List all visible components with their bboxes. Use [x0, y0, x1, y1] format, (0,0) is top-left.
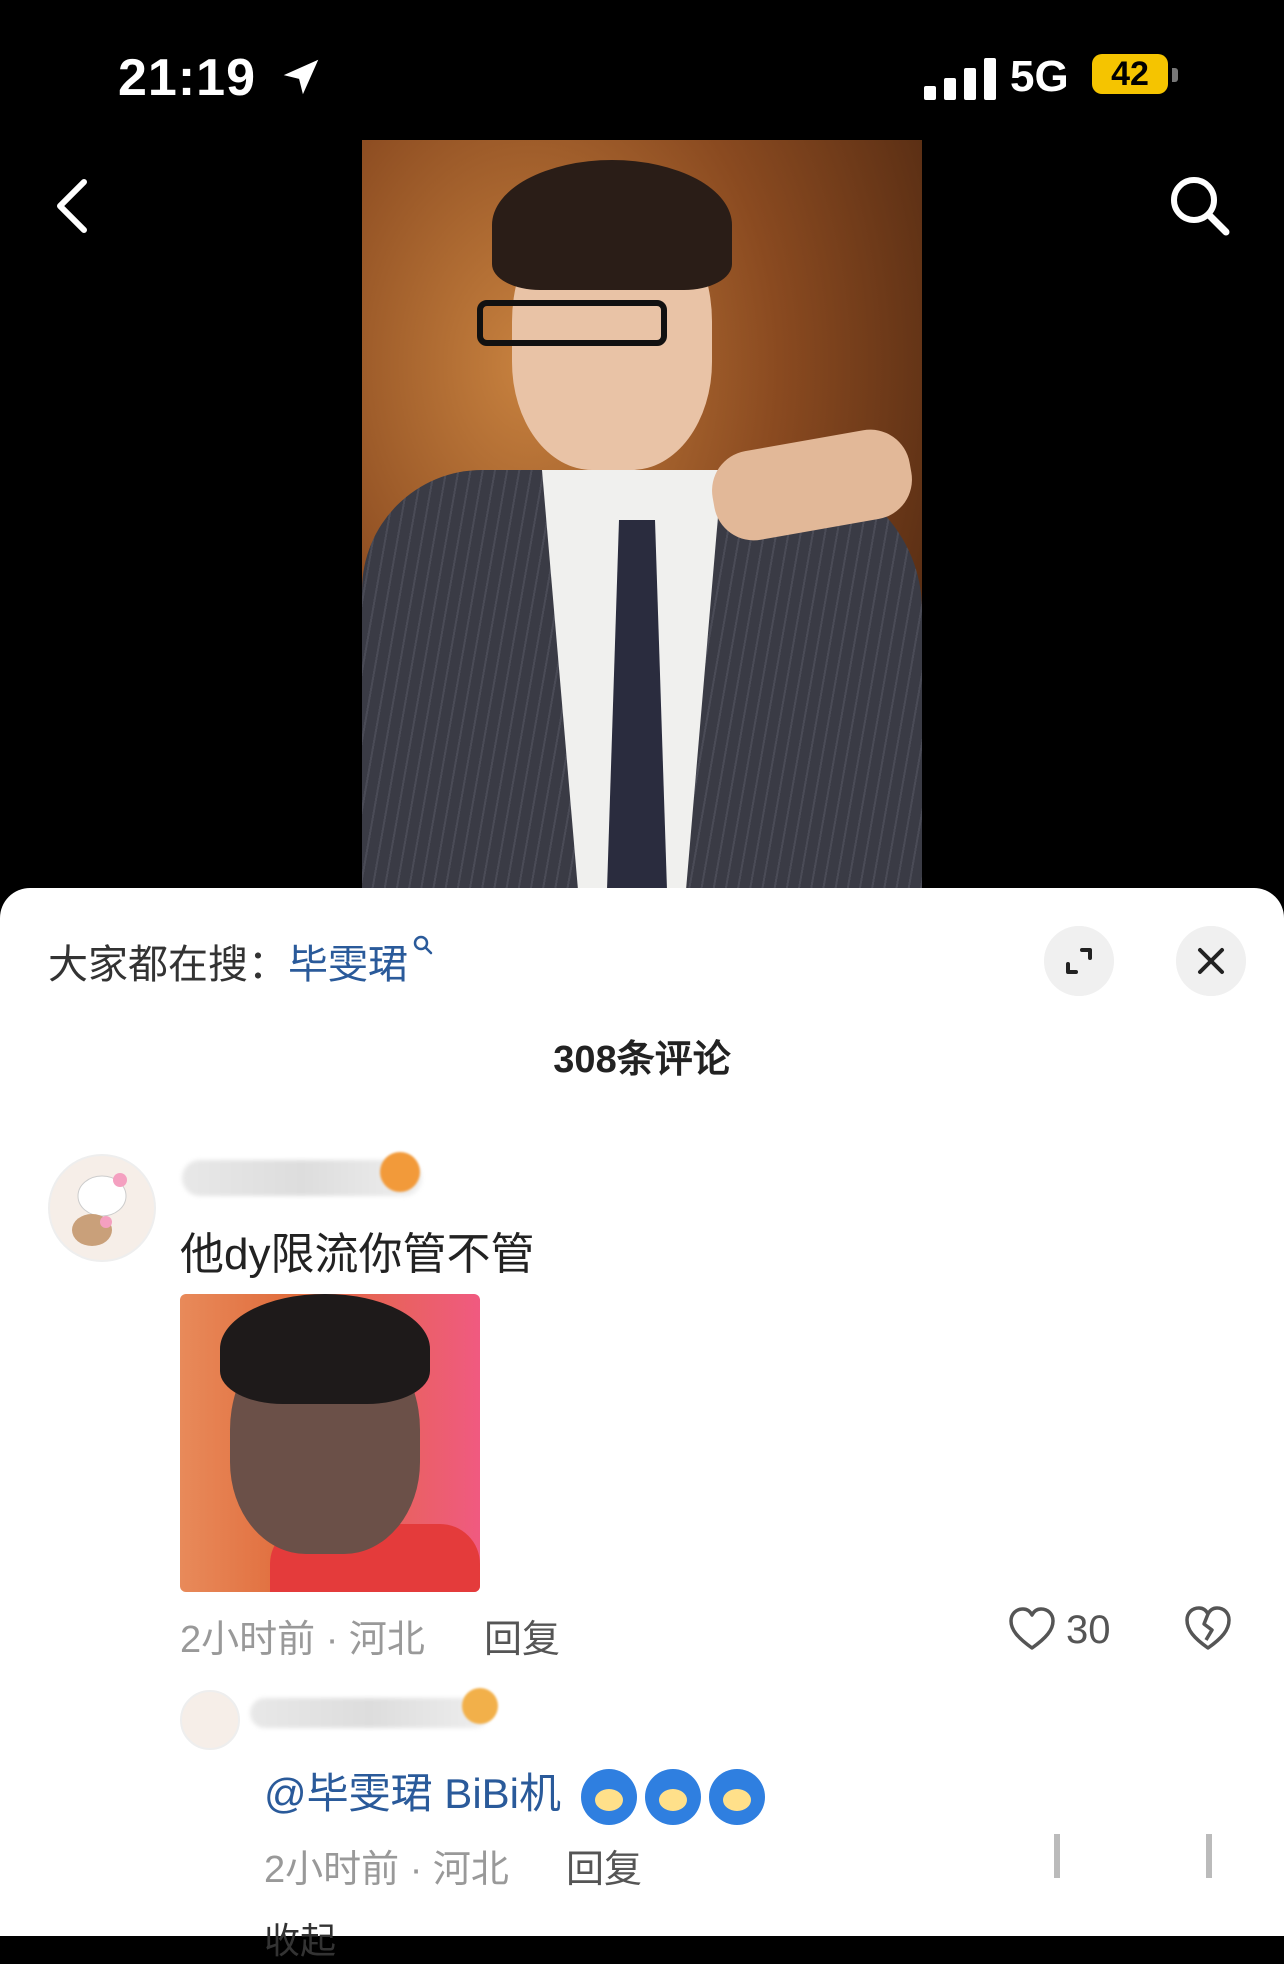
battery-level: 42 [1111, 55, 1149, 93]
reply-reply-button[interactable]: 回复 [566, 1838, 642, 1893]
reply-username-blurred[interactable] [250, 1698, 490, 1728]
signal-icon [924, 58, 996, 100]
reply-text: @毕雯珺 BiBi机 [264, 1760, 765, 1825]
comment-count: 308条评论 [553, 1039, 731, 1081]
user-badge-icon [380, 1152, 420, 1192]
comment-image[interactable] [180, 1294, 480, 1592]
like-count: 30 [1066, 1608, 1111, 1652]
search-icon[interactable] [1164, 170, 1234, 240]
heart-icon[interactable] [1008, 1606, 1056, 1652]
divider-mark [1206, 1834, 1212, 1878]
collapse-button[interactable]: 收起 [264, 1912, 336, 1964]
expand-icon[interactable] [1044, 926, 1114, 996]
status-bar: 21:19 5G 42 [0, 0, 1284, 140]
reply-avatar[interactable] [180, 1690, 240, 1750]
battery-icon: 42 [1092, 54, 1168, 94]
photo-glasses [477, 300, 667, 346]
image-hair [220, 1294, 430, 1404]
reply-button[interactable]: 回复 [484, 1608, 560, 1663]
photo-hair [492, 160, 732, 290]
emoji-icon [708, 1768, 765, 1825]
location-arrow-icon [283, 59, 319, 95]
reply-user-badge-icon [462, 1688, 498, 1724]
hello-kitty-avatar-icon [72, 1173, 127, 1246]
reply-text-content: @毕雯珺 BiBi机 [264, 1770, 561, 1817]
reply-meta: 2小时前 · 河北 [264, 1849, 509, 1891]
battery-tip [1172, 68, 1178, 82]
emoji-icon [580, 1768, 637, 1825]
comment-meta: 2小时前 · 河北 [180, 1619, 425, 1661]
back-icon[interactable] [50, 176, 94, 236]
emoji-icon [644, 1768, 701, 1825]
divider-mark [1054, 1834, 1060, 1878]
search-suggestion[interactable]: 大家都在搜：毕雯珺 [48, 932, 434, 990]
close-icon[interactable] [1176, 926, 1246, 996]
status-time: 21:19 [118, 49, 256, 107]
comment-text: 他dy限流你管不管 [180, 1230, 535, 1279]
post-photo[interactable] [362, 140, 922, 890]
network-type: 5G [1010, 52, 1069, 101]
comment-sheet: 大家都在搜：毕雯珺 308条评论 他dy限流你管不管 2小时前 · 河北 回复 … [0, 888, 1284, 1961]
broken-heart-icon[interactable] [1184, 1604, 1232, 1652]
avatar[interactable] [48, 1154, 156, 1262]
suggest-prefix: 大家都在搜： [48, 943, 288, 987]
suggest-keyword[interactable]: 毕雯珺 [288, 943, 408, 987]
small-search-icon [413, 935, 433, 955]
